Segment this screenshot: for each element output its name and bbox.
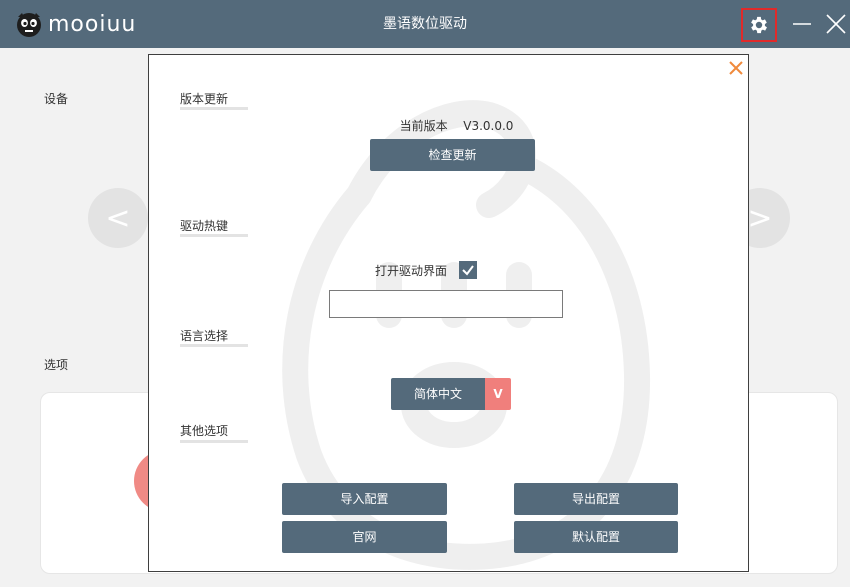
chevron-down-icon: V [485,378,511,410]
close-icon [826,14,846,34]
open-driver-row: 打开驱动界面 [375,261,478,279]
gear-icon [751,16,767,34]
section-divider [180,234,248,237]
language-select[interactable]: 简体中文 V [391,378,511,410]
minimize-icon [793,23,811,25]
dialog-close-icon[interactable] [727,59,745,77]
default-config-button[interactable]: 默认配置 [514,521,678,553]
hotkey-input[interactable] [329,290,563,318]
app-title: 墨语数位驱动 [383,16,467,32]
check-update-button[interactable]: 检查更新 [370,139,535,171]
language-heading: 语言选择 [180,329,229,343]
settings-dialog: 版本更新 当前版本 V3.0.0.0 检查更新 驱动热键 打开驱动界面 语言选择… [148,54,749,572]
checkmark-icon [462,265,474,276]
export-config-button[interactable]: 导出配置 [514,483,678,515]
other-options-heading: 其他选项 [180,424,229,438]
options-label: 选项 [44,358,69,372]
chevron-left-icon: < [105,200,131,236]
import-config-button[interactable]: 导入配置 [282,483,447,515]
current-version-value: V3.0.0.0 [463,119,514,133]
driver-hotkey-heading: 驱动热键 [180,219,229,233]
version-update-heading: 版本更新 [180,92,229,106]
current-version-label: 当前版本 [399,119,448,133]
open-driver-label: 打开驱动界面 [375,263,448,278]
prev-device-button[interactable]: < [88,188,148,248]
devices-label: 设备 [44,92,69,106]
section-divider [180,440,248,443]
section-divider [180,107,248,110]
section-divider [180,344,248,347]
language-selected: 简体中文 [391,378,485,410]
title-bar: mooiuu 墨语数位驱动 [0,0,850,48]
current-version: 当前版本 V3.0.0.0 [149,117,748,134]
open-driver-checkbox[interactable] [459,261,478,279]
official-site-button[interactable]: 官网 [282,521,447,553]
chevron-right-icon: > [747,200,773,236]
minimize-button[interactable] [788,10,816,38]
settings-button[interactable] [741,8,777,42]
close-button[interactable] [822,10,850,38]
